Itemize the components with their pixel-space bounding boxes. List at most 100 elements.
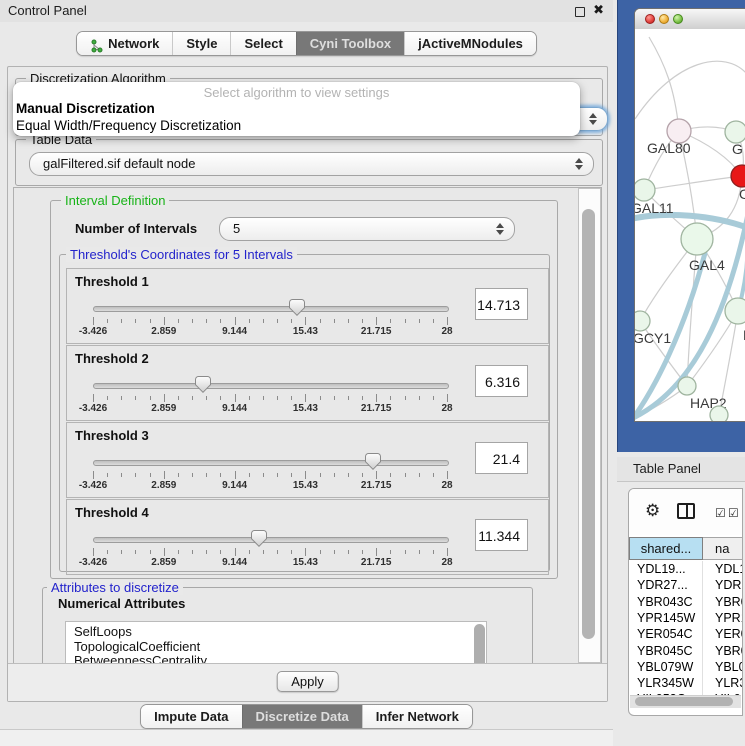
- columns-icon[interactable]: [677, 503, 695, 519]
- table-cell: YDR2: [703, 577, 743, 594]
- slider-thumb-icon[interactable]: [365, 453, 381, 470]
- tick-label: -3.426: [79, 480, 107, 491]
- network-node[interactable]: [710, 406, 728, 421]
- minimize-traffic-light[interactable]: [659, 14, 669, 24]
- table-cell: YDR27...: [629, 577, 703, 594]
- slider-thumb-icon[interactable]: [195, 376, 211, 393]
- network-node[interactable]: G: [725, 121, 745, 157]
- tick-label: 15.43: [293, 326, 318, 337]
- tick-mark: [235, 548, 236, 556]
- tab-impute-data[interactable]: Impute Data: [141, 705, 241, 728]
- slider-track[interactable]: [93, 383, 449, 389]
- threshold-value-field[interactable]: 6.316: [475, 365, 528, 397]
- table-row[interactable]: YBL079WYBL0: [629, 659, 743, 676]
- close-icon[interactable]: ✖: [593, 3, 604, 18]
- slider-track[interactable]: [93, 460, 449, 466]
- table-row[interactable]: YDL19...YDL1: [629, 561, 743, 578]
- network-node[interactable]: GAL4: [681, 223, 725, 273]
- tick-mark: [135, 396, 136, 400]
- table-cell: YBR0: [703, 594, 743, 611]
- threshold-value-field[interactable]: 21.4: [475, 442, 528, 474]
- checkbox-icon[interactable]: ☑: [728, 506, 739, 520]
- tab-discretize-data[interactable]: Discretize Data: [242, 705, 362, 728]
- tick-mark: [121, 319, 122, 323]
- apply-button[interactable]: Apply: [276, 671, 339, 692]
- table-data-combo[interactable]: galFiltered.sif default node: [29, 152, 594, 176]
- tick-mark: [291, 396, 292, 400]
- tick-mark: [320, 319, 321, 323]
- table-row[interactable]: YDR27...YDR2: [629, 577, 743, 594]
- column-header[interactable]: na: [703, 537, 743, 560]
- dropdown-option[interactable]: Equal Width/Frequency Discretization: [16, 118, 241, 133]
- tick-mark: [206, 473, 207, 477]
- table-row[interactable]: YBR045CYBR0: [629, 643, 743, 660]
- network-window-titlebar[interactable]: [635, 9, 745, 30]
- network-canvas[interactable]: GAL80GCGAL11GAL4GCY1HHAP2: [635, 29, 745, 421]
- number-of-intervals-value: 5: [233, 218, 240, 240]
- cyni-toolbox-panel: Discretization Algorithm Table Data galF…: [7, 66, 608, 702]
- table-row[interactable]: YBR043CYBR0: [629, 594, 743, 611]
- tick-mark: [107, 473, 108, 477]
- scrollbar-thumb[interactable]: [635, 697, 733, 706]
- threshold-panel: Threshold 2-3.4262.8599.14415.4321.71528…: [66, 345, 549, 421]
- tick-label: 2.859: [151, 480, 176, 491]
- slider[interactable]: -3.4262.8599.14415.4321.71528: [93, 530, 447, 566]
- attributes-groupbox: Attributes to discretize Numerical Attri…: [42, 587, 533, 664]
- tick-mark: [150, 473, 151, 477]
- table-cell: YDL1: [703, 561, 743, 578]
- scrollbar-thumb[interactable]: [582, 209, 595, 639]
- checkbox-icon[interactable]: ☑: [715, 506, 726, 520]
- numerical-attributes-list[interactable]: SelfLoopsTopologicalCoefficientBetweenne…: [65, 621, 487, 664]
- tab-select[interactable]: Select: [230, 32, 295, 55]
- table-row[interactable]: YER054CYER0: [629, 626, 743, 643]
- float-window-icon[interactable]: [575, 7, 585, 17]
- slider-track[interactable]: [93, 306, 449, 312]
- close-traffic-light[interactable]: [645, 14, 655, 24]
- tick-mark: [376, 317, 377, 325]
- tab-group: NetworkStyleSelectCyni ToolboxjActiveMNo…: [76, 31, 537, 56]
- vertical-scrollbar[interactable]: [578, 188, 601, 663]
- gear-icon[interactable]: ⚙: [645, 501, 660, 521]
- tick-mark: [334, 473, 335, 477]
- tick-label: 28: [441, 557, 452, 568]
- tick-mark: [376, 548, 377, 556]
- network-node[interactable]: GAL80: [647, 119, 691, 156]
- table-row[interactable]: YPR145WYPR1: [629, 610, 743, 627]
- tab-infer-network[interactable]: Infer Network: [362, 705, 472, 728]
- table-cell: YER0: [703, 626, 743, 643]
- tick-mark: [93, 394, 94, 402]
- network-node[interactable]: GAL11: [635, 179, 674, 216]
- network-node[interactable]: GCY1: [635, 311, 671, 346]
- horizontal-scrollbar[interactable]: [630, 695, 741, 708]
- tab-jactivemnodules[interactable]: jActiveMNodules: [404, 32, 536, 55]
- slider-thumb-icon[interactable]: [251, 530, 267, 547]
- tab-style[interactable]: Style: [172, 32, 230, 55]
- tick-mark: [348, 550, 349, 554]
- thresholds-groupbox: Threshold's Coordinates for 5 Intervals …: [59, 254, 550, 572]
- tab-network[interactable]: Network: [77, 32, 172, 55]
- slider[interactable]: -3.4262.8599.14415.4321.71528: [93, 299, 447, 335]
- dropdown-prompt: Select algorithm to view settings: [13, 85, 580, 100]
- tick-mark: [93, 471, 94, 479]
- table-row[interactable]: YLR345WYLR3: [629, 675, 743, 692]
- dropdown-option[interactable]: Manual Discretization: [16, 101, 155, 116]
- threshold-value-field[interactable]: 11.344: [475, 519, 528, 551]
- zoom-traffic-light[interactable]: [673, 14, 683, 24]
- scrollbar-thumb[interactable]: [474, 624, 485, 664]
- list-scrollbar[interactable]: [474, 624, 485, 664]
- tick-mark: [263, 319, 264, 323]
- slider-track[interactable]: [93, 537, 449, 543]
- tab-cyni-toolbox[interactable]: Cyni Toolbox: [296, 32, 404, 55]
- slider-thumb-icon[interactable]: [289, 299, 305, 316]
- slider[interactable]: -3.4262.8599.14415.4321.71528: [93, 453, 447, 489]
- threshold-value-field[interactable]: 14.713: [475, 288, 528, 320]
- tab-group: Impute DataDiscretize DataInfer Network: [140, 704, 473, 729]
- number-of-intervals-combo[interactable]: 5: [219, 217, 515, 241]
- tick-mark: [107, 396, 108, 400]
- attribute-list-item[interactable]: TopologicalCoefficient: [66, 640, 486, 655]
- column-header[interactable]: shared...: [629, 537, 703, 560]
- attribute-list-item[interactable]: SelfLoops: [66, 625, 486, 640]
- slider[interactable]: -3.4262.8599.14415.4321.71528: [93, 376, 447, 412]
- network-node[interactable]: H: [725, 298, 745, 343]
- numerical-attributes-label: Numerical Attributes: [58, 596, 185, 611]
